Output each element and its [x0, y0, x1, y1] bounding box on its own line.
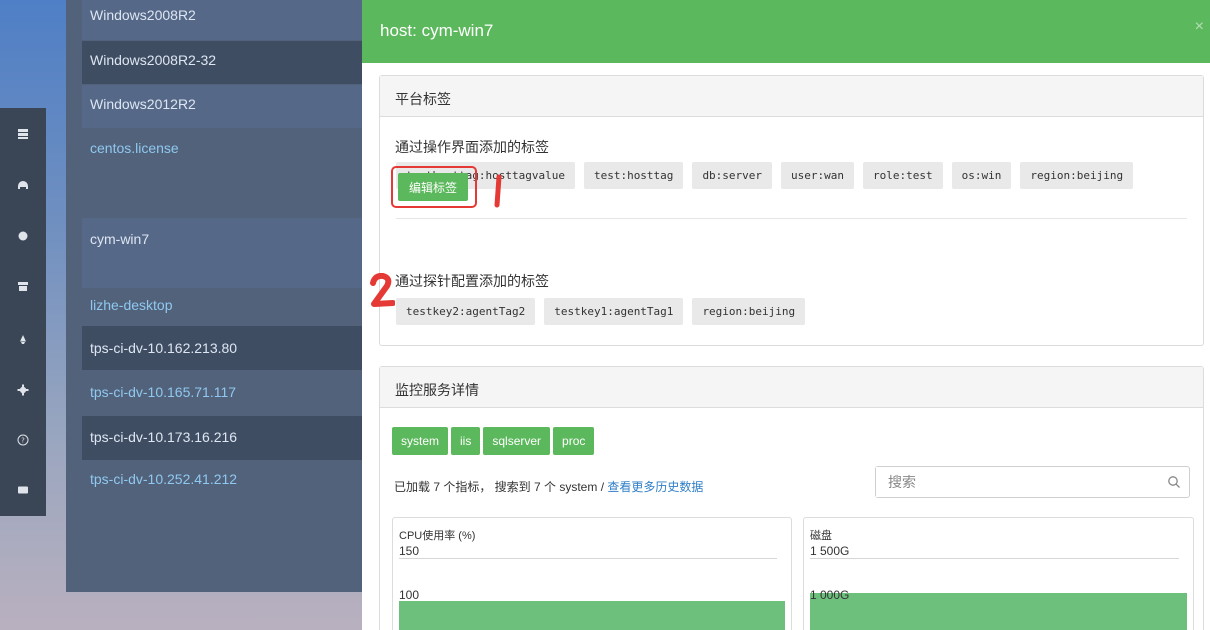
y-tick-label: 100	[399, 588, 420, 602]
close-icon[interactable]: ×	[1195, 18, 1204, 36]
archive-icon[interactable]	[0, 276, 46, 296]
svg-text:2: 2	[369, 273, 370, 274]
disk-chart-card: 磁盘 1 500G 1 000G	[803, 517, 1194, 630]
host-name: centos.license	[90, 140, 179, 156]
tag: region:beijing	[1020, 162, 1134, 189]
chart-title: CPU使用率 (%)	[399, 530, 476, 542]
modal-title: host: cym-win7	[380, 21, 494, 40]
y-tick-label: 1 500G	[810, 544, 850, 558]
service-button-iis[interactable]: iis	[451, 427, 481, 455]
host-list-item[interactable]: lizhe-desktop	[82, 289, 372, 325]
tag: testkey1:agentTag1	[544, 298, 684, 325]
service-button-sqlserver[interactable]: sqlserver	[483, 427, 551, 455]
host-name: tps-ci-dv-10.165.71.117	[90, 384, 237, 400]
ui-tag-list: testhosttag:hosttagvalue test:hosttag db…	[396, 162, 1134, 189]
chart-area-fill	[810, 593, 1187, 630]
service-filter-buttons: system iis sqlserver proc	[392, 427, 595, 455]
agent-tag-list: testkey2:agentTag2 testkey1:agentTag1 re…	[396, 298, 806, 325]
circle-icon[interactable]	[0, 226, 46, 246]
host-name: tps-ci-dv-10.252.41.212	[90, 471, 238, 487]
host-list-item[interactable]: cym-win7	[82, 218, 372, 288]
service-button-proc[interactable]: proc	[553, 427, 595, 455]
host-name: Windows2012R2	[90, 96, 196, 112]
dashboard-icon[interactable]	[0, 176, 46, 196]
service-button-system[interactable]: system	[392, 427, 449, 455]
host-list-item[interactable]: tps-ci-dv-10.252.41.212	[82, 461, 372, 505]
agent-tags-title: 通过探针配置添加的标签	[395, 273, 549, 289]
y-tick-label: 150	[399, 544, 420, 558]
cpu-chart-card: CPU使用率 (%) 150 100	[392, 517, 792, 630]
server-icon[interactable]	[0, 124, 46, 144]
host-detail-modal: host: cym-win7 × 平台标签 通过操作界面添加的标签 testho…	[362, 0, 1210, 630]
host-name: Windows2008R2	[90, 7, 196, 23]
host-list-item[interactable]: centos.license	[82, 129, 372, 217]
chart-area-fill	[399, 601, 785, 630]
host-name: tps-ci-dv-10.173.16.216	[90, 429, 238, 445]
ui-tags-title: 通过操作界面添加的标签	[395, 139, 549, 155]
monitoring-panel: 监控服务详情 system iis sqlserver proc 已加载 7 个…	[379, 366, 1204, 630]
host-name: cym-win7	[90, 231, 150, 247]
help-icon[interactable]: ?	[0, 430, 46, 450]
host-list-item[interactable]: Windows2008R2-32	[82, 41, 372, 84]
y-tick-label: 1 000G	[810, 588, 850, 602]
chart-title: 磁盘	[810, 530, 832, 542]
platform-tags-panel: 平台标签 通过操作界面添加的标签 testhosttag:hosttagvalu…	[370, 75, 1204, 346]
modal-header: host: cym-win7 ×	[362, 0, 1210, 63]
host-list-item[interactable]: tps-ci-dv-10.162.213.80	[82, 326, 372, 370]
annotation-mark-2: 2	[369, 273, 395, 307]
tag: os:win	[951, 162, 1012, 189]
tag: user:wan	[781, 162, 855, 189]
annotation-mark-1: 1	[488, 174, 502, 208]
host-name: tps-ci-dv-10.162.213.80	[90, 340, 238, 356]
bell-icon[interactable]	[0, 330, 46, 350]
host-list-item[interactable]: Windows2008R2	[82, 0, 372, 40]
svg-text:1: 1	[488, 174, 489, 175]
search-input[interactable]	[876, 467, 1136, 497]
summary-text: 已加载 7 个指标， 搜索到 7 个 system /	[394, 480, 608, 494]
tag: region:beijing	[692, 298, 806, 325]
svg-text:?: ?	[21, 437, 25, 445]
icon-rail: ?	[0, 108, 46, 516]
gear-icon[interactable]	[0, 380, 46, 400]
tag: role:test	[863, 162, 943, 189]
gridline	[399, 558, 777, 559]
host-list-item[interactable]: Windows2012R2	[82, 85, 372, 128]
search-icon[interactable]	[1167, 475, 1181, 489]
divider	[396, 218, 1187, 219]
host-name: Windows2008R2-32	[90, 52, 217, 68]
gridline	[810, 558, 1179, 559]
tag: testkey2:agentTag2	[396, 298, 536, 325]
tag: db:server	[692, 162, 773, 189]
card-icon[interactable]	[0, 480, 46, 500]
panel-heading: 平台标签	[380, 76, 1203, 117]
host-list-item[interactable]: tps-ci-dv-10.173.16.216	[82, 416, 372, 460]
tag: test:hosttag	[583, 162, 684, 189]
metrics-summary: 已加载 7 个指标， 搜索到 7 个 system / 查看更多历史数据	[394, 478, 703, 495]
host-list-item[interactable]: tps-ci-dv-10.165.71.117	[82, 371, 372, 415]
search-box	[875, 466, 1190, 498]
host-name: lizhe-desktop	[90, 297, 173, 313]
panel-heading: 监控服务详情	[380, 367, 1203, 408]
edit-tags-button[interactable]: 编辑标签	[398, 173, 468, 201]
more-history-link[interactable]: 查看更多历史数据	[607, 480, 703, 494]
